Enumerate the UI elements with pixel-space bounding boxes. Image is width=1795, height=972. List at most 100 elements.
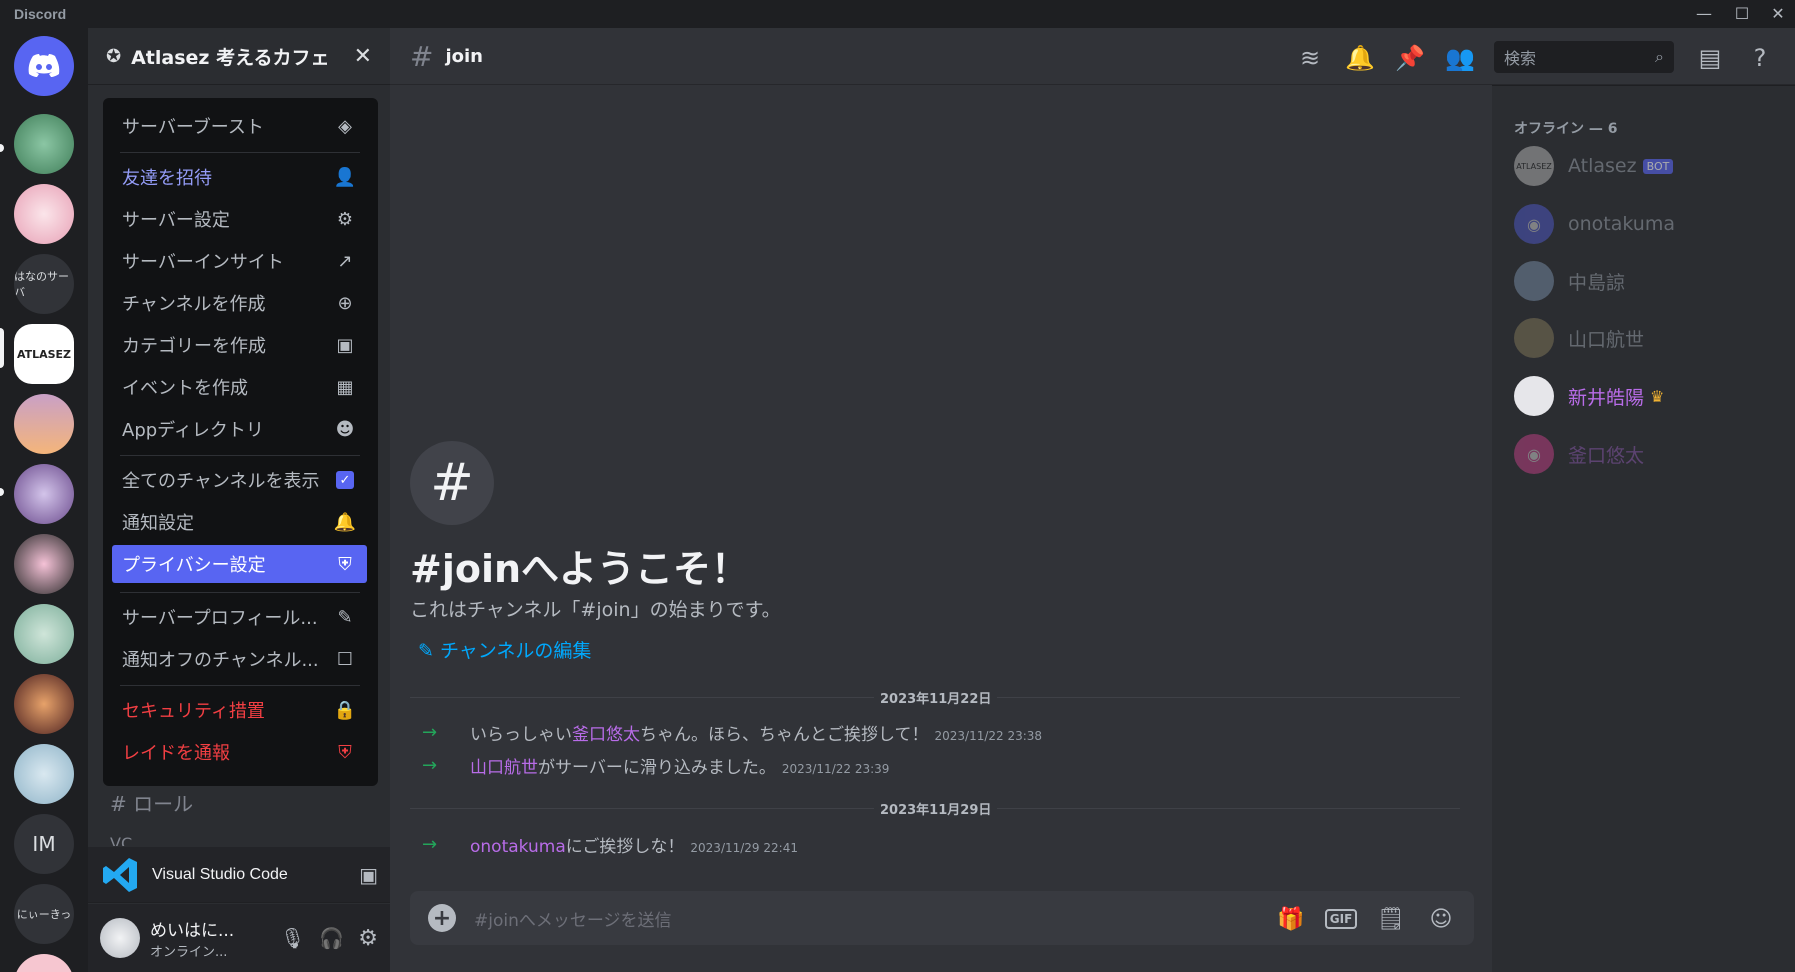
server-icon-2[interactable] (14, 184, 74, 244)
member-arai[interactable]: 新井皓陽 ♛ (1514, 372, 1664, 420)
menu-item-server-profile[interactable]: サーバープロフィール... ✎ (112, 598, 367, 636)
inbox-icon[interactable]: ▤ (1694, 42, 1726, 74)
date-label: 2023年11月22日 (874, 688, 998, 707)
chat-area (390, 28, 1492, 972)
user-info[interactable]: めいはに... オンライン... (150, 916, 280, 960)
pin-icon[interactable]: 📌 (1394, 42, 1426, 74)
title-bar: Discord — ☐ ✕ (0, 0, 1795, 28)
message-composer[interactable]: + #joinへメッセージを送信 (410, 891, 1474, 945)
server-icon-12[interactable]: にぃーきっ (14, 884, 74, 944)
vscode-icon (103, 857, 137, 892)
join-arrow-icon: → (422, 834, 438, 855)
menu-item-privacy-settings[interactable]: プライバシー設定 ⛨ (112, 545, 367, 583)
members-section-header: オフライン — 6 (1514, 121, 1618, 137)
home-button[interactable] (14, 36, 74, 96)
gif-icon[interactable]: GIF (1324, 904, 1358, 934)
server-icon-6[interactable] (14, 464, 74, 524)
member-kamaguchi[interactable]: ◉ 釜口悠太 (1514, 430, 1644, 478)
join-arrow-icon: → (422, 722, 438, 743)
menu-item-insights[interactable]: サーバーインサイト ↗ (112, 242, 367, 280)
member-nakajima[interactable]: 中島諒 (1514, 257, 1625, 305)
attach-plus-icon[interactable]: + (428, 904, 456, 932)
avatar: ATLASEZ (1514, 146, 1554, 186)
sticker-icon[interactable]: 🗒 (1376, 904, 1406, 934)
pencil-icon: ✎ (337, 606, 353, 628)
menu-separator (120, 592, 360, 593)
server-icon-7[interactable] (14, 534, 74, 594)
system-message: いらっしゃい釜口悠太ちゃん。ほら、ちゃんとご挨拶して！ 2023/11/22 23… (470, 725, 1043, 745)
system-message: onotakumaにご挨拶しな！ 2023/11/29 22:41 (470, 837, 798, 857)
channel-roles[interactable]: # ロール (110, 788, 193, 817)
server-icon-13[interactable] (14, 954, 74, 972)
server-icon-5[interactable] (14, 394, 74, 454)
lock-icon: 🔒 (333, 699, 357, 721)
gift-icon[interactable]: 🎁 (1276, 904, 1306, 934)
stream-icon[interactable]: ▣ (359, 863, 378, 887)
member-yamaguchi[interactable]: 山口航世 (1514, 314, 1644, 362)
menu-item-create-event[interactable]: イベントを作成 ▦ (112, 368, 367, 406)
guild-boost-icon: ✪ (106, 45, 122, 67)
search-icon: ⌕ (1655, 47, 1664, 66)
menu-item-invite[interactable]: 友達を招待 👤 (112, 158, 367, 196)
server-icon-9[interactable] (14, 674, 74, 734)
server-icon-1[interactable] (14, 114, 74, 174)
emoji-icon[interactable]: ☺ (1426, 904, 1456, 934)
menu-item-create-category[interactable]: カテゴリーを作成 ▣ (112, 326, 367, 364)
server-icon-atlasez[interactable]: ATLASEZ (14, 324, 74, 384)
guild-header[interactable]: ✪ Atlasez 考えるカフェ ✕ (88, 28, 390, 85)
menu-item-report-raid[interactable]: レイドを通報 ⛨ (112, 733, 367, 771)
menu-item-server-settings[interactable]: サーバー設定 ⚙ (112, 200, 367, 238)
welcome-title: #joinへようこそ！ (410, 547, 750, 591)
menu-item-show-all-channels[interactable]: 全てのチャンネルを表示 ✓ (112, 461, 367, 499)
checkbox-empty-icon[interactable]: ☐ (333, 647, 357, 671)
close-window-icon[interactable]: ✕ (1764, 4, 1792, 24)
channel-name: join (445, 45, 483, 67)
channel-hash-icon: # (410, 39, 434, 73)
menu-item-app-directory[interactable]: Appディレクトリ ☻ (112, 410, 367, 448)
invite-icon: 👤 (333, 166, 357, 188)
close-menu-icon[interactable]: ✕ (354, 44, 372, 69)
server-icon-8[interactable] (14, 604, 74, 664)
member-atlasez[interactable]: ATLASEZ Atlasez BOT (1514, 142, 1674, 190)
username: めいはに... (150, 921, 235, 941)
calendar-plus-icon: ▦ (336, 376, 354, 398)
unread-pill (0, 144, 4, 152)
robot-icon: ☻ (335, 418, 355, 440)
headphones-icon[interactable]: 🎧 (319, 926, 344, 950)
channel-vc[interactable]: VC (110, 834, 132, 846)
member-onotakuma[interactable]: ◉ onotakuma (1514, 200, 1675, 248)
gear-icon: ⚙ (336, 208, 354, 230)
menu-item-notification-settings[interactable]: 通知設定 🔔 (112, 503, 367, 541)
menu-item-muted-channels[interactable]: 通知オフのチャンネル... ☐ (112, 640, 367, 678)
bell-icon[interactable]: 🔔 (1344, 42, 1376, 74)
server-icon-3[interactable]: はなのサーバ (14, 254, 74, 314)
settings-gear-icon[interactable]: ⚙ (358, 926, 378, 951)
app-brand: Discord (14, 6, 67, 22)
avatar: ◉ (1514, 204, 1554, 244)
server-list: はなのサーバ ATLASEZ IM にぃーきっ (0, 28, 88, 972)
welcome-subtitle: これはチャンネル「#join」の始まりです。 (410, 599, 781, 621)
message-input[interactable]: #joinへメッセージを送信 (474, 906, 672, 931)
maximize-icon[interactable]: ☐ (1728, 4, 1756, 24)
plus-circle-icon: ⊕ (337, 292, 353, 314)
search-input[interactable]: 検索 ⌕ (1494, 41, 1674, 73)
minimize-icon[interactable]: — (1690, 4, 1718, 24)
help-icon[interactable]: ? (1744, 42, 1776, 74)
checkbox-checked-icon[interactable]: ✓ (333, 468, 357, 492)
server-icon-im[interactable]: IM (14, 814, 74, 874)
menu-item-security-actions[interactable]: セキュリティ措置 🔒 (112, 691, 367, 729)
selected-pill (0, 328, 4, 368)
menu-item-create-channel[interactable]: チャンネルを作成 ⊕ (112, 284, 367, 322)
activity-panel: Visual Studio Code ▣ (88, 847, 390, 903)
edit-channel-link[interactable]: ✎ チャンネルの編集 (418, 636, 591, 663)
server-icon-10[interactable] (14, 744, 74, 804)
avatar (1514, 318, 1554, 358)
microphone-icon[interactable]: 🎙 (280, 926, 305, 950)
avatar[interactable] (100, 918, 140, 958)
avatar (1514, 376, 1554, 416)
member-list-icon[interactable]: 👥 (1444, 42, 1476, 74)
threads-icon[interactable]: ≋ (1294, 42, 1326, 74)
menu-separator (120, 152, 360, 153)
menu-item-server-boost[interactable]: サーバーブースト ◈ (112, 107, 367, 145)
guild-dropdown-menu: サーバーブースト ◈ 友達を招待 👤 サーバー設定 ⚙ サーバーインサイト ↗ チャンネ… (103, 98, 378, 786)
